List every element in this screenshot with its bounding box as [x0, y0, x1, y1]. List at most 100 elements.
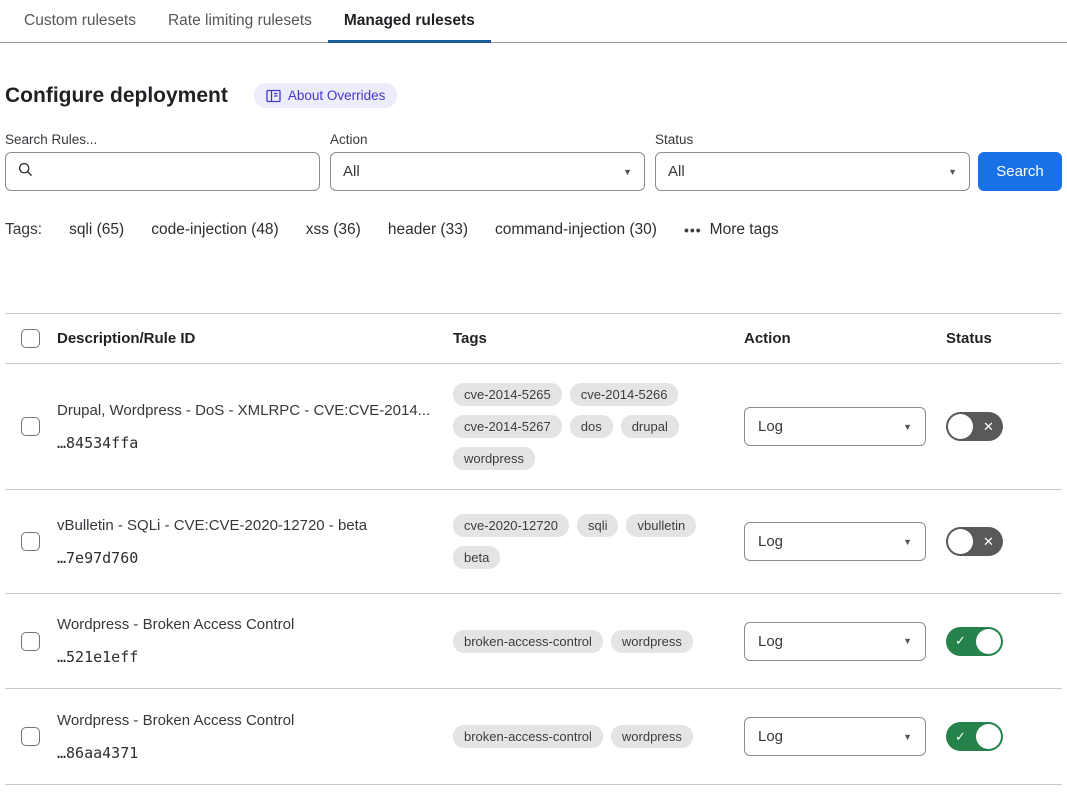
tab-rate-limiting-rulesets[interactable]: Rate limiting rulesets: [152, 0, 328, 42]
about-overrides-badge[interactable]: About Overrides: [254, 83, 398, 108]
chevron-down-icon: ▼: [903, 537, 912, 547]
x-icon: ✕: [976, 534, 1001, 550]
tag-links: sqli (65) code-injection (48) xss (36) head…: [69, 221, 657, 239]
action-select-value: Log: [758, 533, 783, 550]
rule-id: …86aa4371: [57, 744, 294, 762]
tag-filter-link[interactable]: header (33): [388, 221, 468, 239]
rule-tags: broken-access-control wordpress: [453, 630, 693, 653]
tag-pill: wordpress: [453, 447, 535, 470]
row-checkbox[interactable]: [21, 727, 40, 746]
toggle-knob: [976, 724, 1001, 749]
check-icon: ✓: [948, 729, 973, 745]
table-row: vBulletin - SQLi - CVE:CVE-2020-12720 - …: [5, 490, 1062, 594]
action-filter-label: Action: [330, 132, 645, 147]
status-toggle[interactable]: ✓: [946, 627, 1003, 656]
tab-custom-rulesets[interactable]: Custom rulesets: [8, 0, 152, 42]
table-row: Wordpress - Broken Access Control …86aa43…: [5, 689, 1062, 784]
status-filter-select[interactable]: All ▼: [655, 152, 970, 191]
table-row: Wordpress - Broken Access Control …521e1e…: [5, 594, 1062, 689]
chevron-down-icon: ▼: [903, 636, 912, 646]
book-icon: [266, 89, 281, 103]
search-rules-input[interactable]: [42, 163, 307, 180]
tag-pill: wordpress: [611, 630, 693, 653]
ellipsis-icon: •••: [684, 222, 702, 238]
status-filter-label: Status: [655, 132, 970, 147]
check-icon: ✓: [948, 633, 973, 649]
rule-id: …7e97d760: [57, 549, 367, 567]
search-button[interactable]: Search: [978, 152, 1062, 191]
chevron-down-icon: ▼: [948, 167, 957, 177]
page-header: Configure deployment About Overrides: [5, 83, 1062, 108]
tag-filter-link[interactable]: xss (36): [306, 221, 361, 239]
more-tags-label: More tags: [710, 221, 779, 239]
table-header-row: Description/Rule ID Tags Action Status: [5, 314, 1062, 364]
action-filter-select[interactable]: All ▼: [330, 152, 645, 191]
rules-table: Description/Rule ID Tags Action Status D…: [5, 313, 1062, 785]
tag-pill: cve-2014-5267: [453, 415, 562, 438]
rule-id: …521e1eff: [57, 648, 294, 666]
tag-filter-link[interactable]: code-injection (48): [151, 221, 279, 239]
toggle-knob: [948, 414, 973, 439]
chevron-down-icon: ▼: [903, 422, 912, 432]
action-select-value: Log: [758, 633, 783, 650]
rule-description: Drupal, Wordpress - DoS - XMLRPC - CVE:C…: [57, 402, 430, 419]
status-toggle[interactable]: ✓: [946, 722, 1003, 751]
tag-pill: broken-access-control: [453, 725, 603, 748]
tag-pill: vbulletin: [626, 514, 696, 537]
tag-pill: dos: [570, 415, 613, 438]
action-select[interactable]: Log ▼: [744, 522, 926, 561]
x-icon: ✕: [976, 419, 1001, 435]
tag-pill: wordpress: [611, 725, 693, 748]
column-header-status: Status: [946, 314, 1062, 363]
tag-filter-link[interactable]: command-injection (30): [495, 221, 657, 239]
chevron-down-icon: ▼: [903, 732, 912, 742]
action-select[interactable]: Log ▼: [744, 407, 926, 446]
main-content: Configure deployment About Overrides Sea…: [0, 83, 1067, 785]
row-checkbox[interactable]: [21, 532, 40, 551]
tag-pill: cve-2014-5266: [570, 383, 679, 406]
row-checkbox[interactable]: [21, 417, 40, 436]
rule-tags: cve-2014-5265 cve-2014-5266 cve-2014-5267 d…: [453, 383, 705, 470]
more-tags-button[interactable]: ••• More tags: [684, 221, 779, 239]
action-filter-value: All: [343, 163, 360, 180]
column-header-description: Description/Rule ID: [57, 314, 453, 363]
toggle-knob: [976, 629, 1001, 654]
action-select-value: Log: [758, 728, 783, 745]
column-header-action: Action: [744, 314, 946, 363]
tag-pill: broken-access-control: [453, 630, 603, 653]
action-select-value: Log: [758, 418, 783, 435]
about-overrides-label: About Overrides: [288, 88, 386, 103]
rule-tags: broken-access-control wordpress: [453, 725, 693, 748]
filter-bar: Search Rules... Action All ▼ Status All: [5, 132, 1062, 191]
tags-bar-label: Tags:: [5, 221, 42, 239]
toggle-knob: [948, 529, 973, 554]
action-select[interactable]: Log ▼: [744, 717, 926, 756]
status-toggle[interactable]: ✕: [946, 412, 1003, 441]
rule-tags: cve-2020-12720 sqli vbulletin beta: [453, 514, 705, 569]
search-input-wrapper: [5, 152, 320, 191]
tag-pill: cve-2014-5265: [453, 383, 562, 406]
rule-id: …84534ffa: [57, 434, 430, 452]
column-header-tags: Tags: [453, 314, 744, 363]
tags-bar: Tags: sqli (65) code-injection (48) xss (3…: [5, 221, 1062, 239]
tag-filter-link[interactable]: sqli (65): [69, 221, 124, 239]
search-icon: [18, 162, 33, 181]
ruleset-tab-bar: Custom rulesetsRate limiting rulesetsMan…: [0, 0, 1067, 43]
status-filter-value: All: [668, 163, 685, 180]
rule-description: Wordpress - Broken Access Control: [57, 712, 294, 729]
tab-managed-rulesets[interactable]: Managed rulesets: [328, 0, 491, 42]
rule-description: Wordpress - Broken Access Control: [57, 616, 294, 633]
select-all-checkbox[interactable]: [21, 329, 40, 348]
row-checkbox[interactable]: [21, 632, 40, 651]
action-select[interactable]: Log ▼: [744, 622, 926, 661]
table-row: Drupal, Wordpress - DoS - XMLRPC - CVE:C…: [5, 364, 1062, 490]
search-rules-label: Search Rules...: [5, 132, 320, 147]
table-body: Drupal, Wordpress - DoS - XMLRPC - CVE:C…: [5, 364, 1062, 784]
tag-pill: sqli: [577, 514, 619, 537]
tag-pill: cve-2020-12720: [453, 514, 569, 537]
tag-pill: drupal: [621, 415, 679, 438]
status-toggle[interactable]: ✕: [946, 527, 1003, 556]
chevron-down-icon: ▼: [623, 167, 632, 177]
rule-description: vBulletin - SQLi - CVE:CVE-2020-12720 - …: [57, 517, 367, 534]
tag-pill: beta: [453, 546, 500, 569]
